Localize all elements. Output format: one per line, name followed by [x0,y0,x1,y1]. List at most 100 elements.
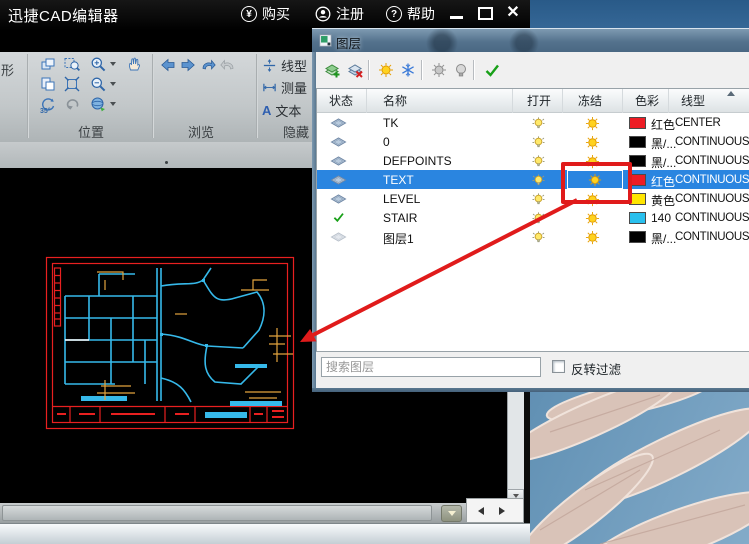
header-status[interactable]: 状态 [317,89,367,113]
layer-on-toggle[interactable] [531,230,546,245]
move-copy-button[interactable] [38,55,58,73]
forward-button[interactable] [178,56,198,74]
freeze-layer-button[interactable] [398,61,417,79]
layer-row-stair-current[interactable]: STAIR 140 CONTINUOUS [317,208,749,227]
layer-linetype[interactable]: CENTER [675,117,720,129]
layer-linetype[interactable]: CONTINUOUS [675,174,749,186]
layer-color-swatch[interactable] [629,231,646,243]
redo-button[interactable] [218,56,238,74]
layer-freeze-toggle[interactable] [585,116,600,131]
layer-on-toggle[interactable] [531,135,546,150]
layer-color-swatch[interactable] [629,212,646,224]
header-linetype[interactable]: 线型 [669,89,749,113]
layer-on-toggle[interactable] [531,192,546,207]
zoom-in-dropdown[interactable] [110,62,116,66]
layer-row-defpoints[interactable]: DEFPOINTS 黑/... CONTINUOUS [317,151,749,170]
offset-icon [262,58,277,73]
layer-color-name: 红色 [651,173,675,190]
zoom-extents-button[interactable] [62,75,82,93]
linetype-item[interactable]: 线型 [262,56,307,75]
previous-view-button[interactable] [62,95,82,113]
zoom-out-button[interactable] [88,75,108,93]
layer-linetype[interactable]: CONTINUOUS [675,231,749,243]
layer-row-text-selected[interactable]: TEXT 红色 CONTINUOUS [317,170,749,189]
header-on[interactable]: 打开 [513,89,563,113]
layer-off-button[interactable] [451,61,470,79]
layer-color-name: 黑/... [651,154,676,171]
collapse-panel-button[interactable] [441,505,462,522]
add-layer-button[interactable] [322,61,341,79]
paste-icon [40,76,56,92]
help-button[interactable]: 帮助 [386,4,435,24]
3d-orbit-button[interactable] [88,95,108,113]
layer-freeze-toggle[interactable] [585,211,600,226]
buy-button[interactable]: 购买 [241,4,290,24]
toolbar-separator [421,60,423,80]
thaw-layer-button[interactable] [376,61,395,79]
layer-list-header: 状态 名称 打开 冻结 色彩 线型 [317,89,749,113]
layer-on-button[interactable] [429,61,448,79]
close-button[interactable] [502,3,524,23]
zoom-window-button[interactable] [62,55,82,73]
status-bar [0,523,530,544]
layer-linetype[interactable]: CONTINUOUS [675,136,749,148]
text-a-icon: A [262,103,271,118]
header-color[interactable]: 色彩 [623,89,669,113]
invert-filter-checkbox[interactable] [552,360,565,373]
ribbon-partial-section-label: 形 [1,60,14,79]
dialog-icon [319,34,332,47]
bulb-gray-icon [453,62,469,78]
scroll-left-button[interactable] [478,507,484,515]
header-name[interactable]: 名称 [367,89,513,113]
layer-on-toggle[interactable] [531,173,546,188]
register-button[interactable]: 注册 [315,4,364,24]
chevron-down-icon [448,511,456,516]
layer-linetype[interactable]: CONTINUOUS [675,193,749,205]
section-label-position: 位置 [78,122,104,141]
layer-on-toggle[interactable] [531,116,546,131]
measure-item[interactable]: 测量 [262,78,307,97]
delete-layer-button[interactable] [345,61,364,79]
yuan-icon [241,6,257,22]
fit-extents-icon [64,76,80,92]
layer-name: LEVEL [383,192,420,206]
layer-linetype[interactable]: CONTINUOUS [675,212,749,224]
question-icon [386,6,402,22]
ribbon-divider [152,54,154,138]
layer-row-level[interactable]: LEVEL 黄色 CONTINUOUS [317,189,749,208]
minimize-button[interactable] [446,3,468,23]
layer-linetype[interactable]: CONTINUOUS [675,155,749,167]
layer-color-swatch[interactable] [629,117,646,129]
pan-button[interactable] [124,55,144,73]
delete-layer-icon [347,62,363,78]
layer-name: 0 [383,135,390,149]
search-layers-input[interactable] [321,357,541,377]
text-item[interactable]: A 文本 [262,101,301,120]
maximize-button[interactable] [474,3,496,23]
layer-on-toggle[interactable] [531,154,546,169]
person-icon [315,6,331,22]
horizontal-scroll-thumb[interactable] [2,505,432,521]
section-label-hide: 隐藏 [283,122,309,141]
rotate-angle-badge: 35° [40,108,51,115]
header-freeze[interactable]: 冻结 [563,89,623,113]
linetype-label: 线型 [281,56,307,75]
layer-status-icon [330,136,347,148]
paste-button[interactable] [38,75,58,93]
layer-freeze-toggle[interactable] [585,230,600,245]
orbit-dropdown[interactable] [110,102,116,106]
layer-freeze-toggle[interactable] [585,135,600,150]
layer-name: STAIR [383,211,417,225]
set-current-layer-button[interactable] [482,61,501,79]
layer-on-toggle[interactable] [531,211,546,226]
scroll-right-button[interactable] [499,507,505,515]
zoom-in-button[interactable] [88,55,108,73]
layer-row-tk[interactable]: TK 红色 CENTER [317,113,749,132]
layer-row-layer1[interactable]: 图层1 黑/... CONTINUOUS [317,227,749,246]
zoom-out-dropdown[interactable] [110,82,116,86]
back-button[interactable] [158,56,178,74]
dialog-titlebar[interactable]: 图层 [312,28,749,52]
layer-row-0[interactable]: 0 黑/... CONTINUOUS [317,132,749,151]
undo-button[interactable] [198,56,218,74]
layer-color-swatch[interactable] [629,136,646,148]
